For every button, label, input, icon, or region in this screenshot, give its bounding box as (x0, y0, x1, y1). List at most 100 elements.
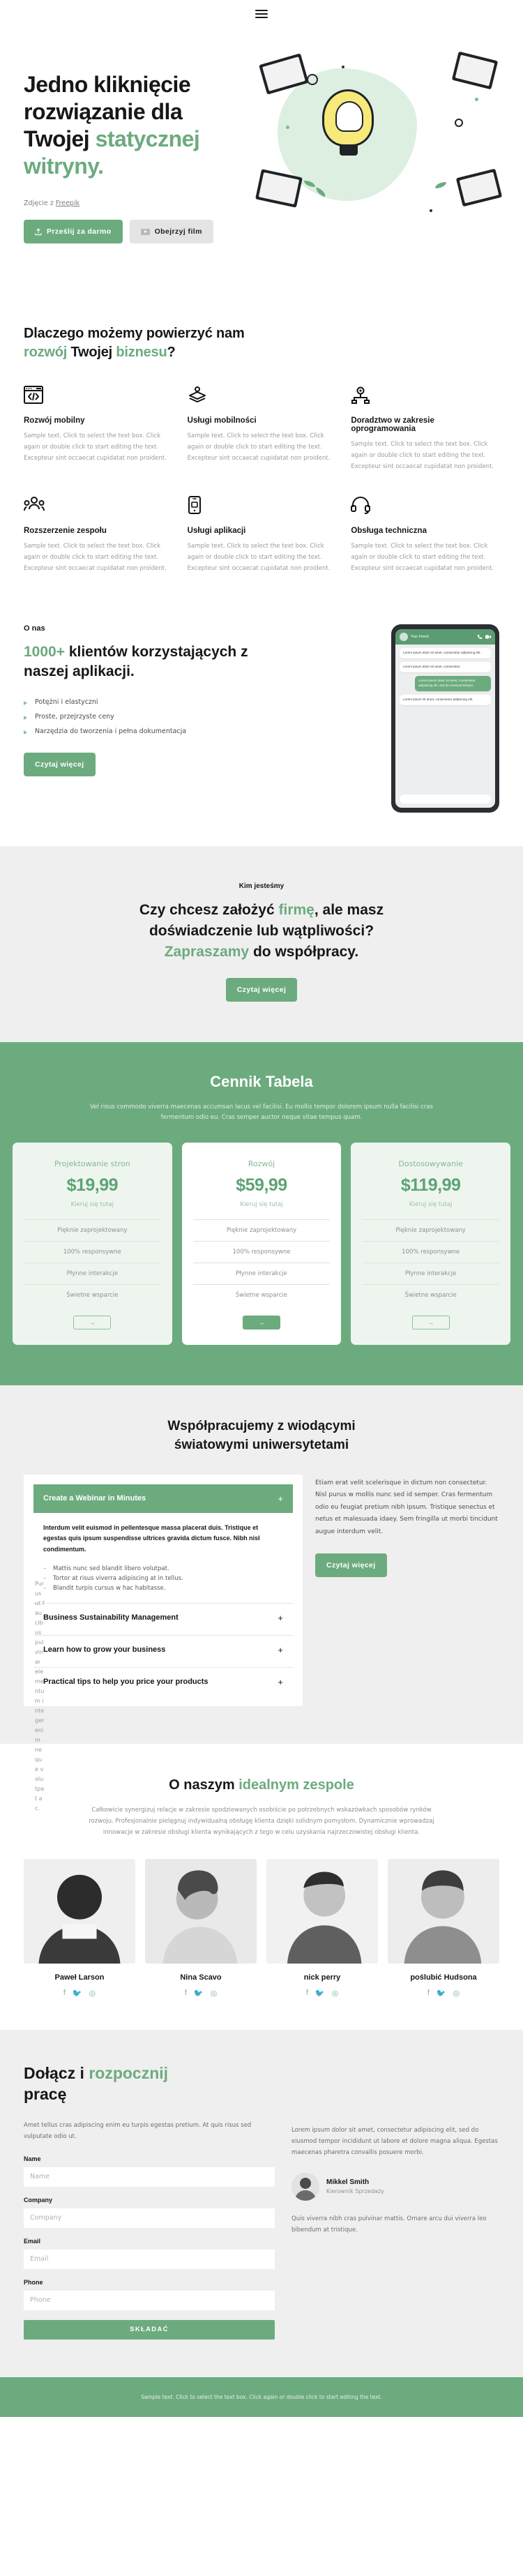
team-member-card: poślubić Hudsona f 🐦 ◎ (388, 1859, 499, 1998)
hamburger-menu-icon[interactable] (255, 10, 268, 18)
accordion-header[interactable]: Business Sustainability Management + (33, 1602, 293, 1632)
plus-icon[interactable]: + (278, 1613, 283, 1623)
feature-description: Sample text. Click to select the text bo… (351, 543, 494, 572)
instagram-icon[interactable]: ◎ (453, 1989, 460, 1998)
cta-highlight-2: Zapraszamy (164, 944, 250, 961)
plus-icon[interactable]: + (278, 1677, 283, 1687)
about-copy: O nas 1000+ klientów korzystających z na… (24, 624, 254, 813)
facebook-icon[interactable]: f (63, 1989, 66, 1998)
settings-network-icon (351, 386, 499, 407)
about-eyebrow: O nas (24, 624, 45, 633)
twitter-icon[interactable]: 🐦 (315, 1989, 325, 1998)
phone-input[interactable] (24, 2290, 275, 2310)
upload-icon (35, 228, 42, 236)
email-label: Email (24, 2237, 41, 2245)
phone-frame: Your Friend Lorem ipsum dolor sit amet, … (391, 624, 499, 813)
plan-feature: 100% responsywne (24, 1241, 161, 1263)
twitter-icon[interactable]: 🐦 (194, 1989, 204, 1998)
instagram-icon[interactable]: ◎ (332, 1989, 339, 1998)
cta-line1c: , ale masz (314, 902, 384, 919)
pricing-plans: Projektowanie stron $19,99 Kieruj się tu… (13, 1143, 510, 1346)
contact-form: Amet tellus cras adipiscing enim eu turp… (24, 2121, 275, 2340)
hero-buttons: Prześlij za darmo Obejrzyj film (24, 220, 254, 244)
cta-line1a: Czy chcesz założyć (139, 902, 279, 919)
features-heading-highlight-2: biznesu (116, 345, 167, 361)
about-bullet: Potężni i elastyczni (24, 695, 254, 709)
watch-video-label: Obejrzyj film (154, 227, 202, 236)
company-label: Company (24, 2196, 53, 2204)
email-input[interactable] (24, 2249, 275, 2269)
field-email: Email (24, 2238, 275, 2269)
pricing-card-customization: Dostosowywanie $119,99 Kieruj się tutaj … (351, 1143, 510, 1346)
features-heading-highlight-1: rozwój (24, 345, 68, 361)
accordion-item-grow-business: Learn how to grow your business + (33, 1634, 293, 1664)
plan-price: $119,99 (400, 1175, 461, 1196)
instagram-icon[interactable]: ◎ (211, 1989, 218, 1998)
plan-name: Dostosowywanie (398, 1159, 463, 1169)
laptop-icon-4 (455, 168, 503, 207)
company-input[interactable] (24, 2208, 275, 2228)
pricing-card-web-design: Projektowanie stron $19,99 Kieruj się tu… (13, 1143, 172, 1346)
accordion-side-text: Etiam erat velit scelerisque in dictum n… (315, 1479, 498, 1535)
accordion-header[interactable]: Practical tips to help you price your pr… (33, 1666, 293, 1696)
facebook-icon[interactable]: f (185, 1989, 187, 1998)
accordion-section: Współpracujemy z wiodącymi światowymi un… (0, 1385, 523, 1812)
contact-person-role: Kierownik Sprzedaży (326, 2188, 384, 2195)
twitter-icon[interactable]: 🐦 (73, 1989, 82, 1998)
team-member-photo (145, 1859, 257, 1964)
feature-title: Rozwój mobilny (24, 416, 85, 425)
name-label: Name (24, 2155, 41, 2162)
team-member-socials: f 🐦 ◎ (145, 1989, 257, 1998)
accordion-side-copy: Etiam erat velit scelerisque in dictum n… (315, 1475, 499, 1706)
team-grid: Paweł Larson f 🐦 ◎ Nina Scavo f 🐦 ◎ nick… (24, 1859, 499, 1998)
phone-contact-avatar (400, 633, 408, 642)
plan-select-button[interactable]: → (411, 1316, 450, 1330)
plus-icon[interactable]: + (278, 1493, 283, 1504)
about-heading: 1000+ klientów korzystających z naszej a… (24, 642, 254, 681)
upload-free-button[interactable]: Prześlij za darmo (24, 220, 123, 244)
instagram-icon[interactable]: ◎ (89, 1989, 96, 1998)
contact-heading-c: pracę (24, 2085, 67, 2104)
name-input[interactable] (24, 2167, 275, 2187)
accordion-heading-line-1: Współpracujemy z wiodącymi (167, 1419, 356, 1434)
accordion-item-sustainability: Business Sustainability Management + (33, 1602, 293, 1632)
cta-heading: Czy chcesz założyć firmę, ale masz doświ… (24, 900, 499, 962)
headset-support-icon (351, 496, 499, 517)
cta-section: Kim jesteśmy Czy chcesz założyć firmę, a… (0, 846, 523, 1042)
submit-button[interactable]: SKŁADAĆ (24, 2319, 275, 2340)
hero-title-line-1: Jedno kliknięcie (24, 72, 191, 97)
team-member-card: Paweł Larson f 🐦 ◎ (24, 1859, 135, 1998)
twitter-icon[interactable]: 🐦 (437, 1989, 446, 1998)
team-member-socials: f 🐦 ◎ (24, 1989, 135, 1998)
hero-title: Jedno kliknięcie rozwiązanie dla Twojej … (24, 71, 254, 180)
accordion-list-item: Blandit turpis cursus w hac habitasse. (43, 1583, 283, 1593)
accordion-read-more-button[interactable]: Czytaj więcej (315, 1553, 387, 1578)
plan-feature: 100% responsywne (192, 1241, 331, 1263)
plan-select-button[interactable]: → (73, 1316, 112, 1330)
accordion-header[interactable]: Learn how to grow your business + (33, 1634, 293, 1664)
decor-dot-green-1 (286, 126, 289, 129)
team-member-socials: f 🐦 ◎ (266, 1989, 378, 1998)
plus-icon[interactable]: + (278, 1645, 283, 1655)
accordion-header[interactable]: Create a Webinar in Minutes + (33, 1484, 293, 1513)
facebook-icon[interactable]: f (427, 1989, 430, 1998)
play-icon (140, 228, 150, 235)
field-name: Name (24, 2155, 275, 2187)
about-read-more-button[interactable]: Czytaj więcej (24, 753, 96, 777)
plan-select-button[interactable]: → (242, 1316, 280, 1330)
cta-highlight-1: firmę (278, 902, 314, 919)
cta-read-more-button[interactable]: Czytaj więcej (225, 977, 298, 1002)
chat-input-bar[interactable] (400, 794, 491, 804)
accordion-body-text: Interdum velit euismod in pellentesque m… (43, 1523, 260, 1553)
team-heading-a: O naszym (169, 1777, 239, 1793)
contact-side-text-bottom: Quis viverra nibh cras pulvinar mattis. … (291, 2215, 487, 2234)
feature-card: Doradztwo w zakresie oprogramowania Samp… (351, 386, 499, 472)
facebook-icon[interactable]: f (306, 1989, 308, 1998)
watch-video-button[interactable]: Obejrzyj film (129, 220, 213, 244)
plan-feature: Pięknie zaprojektowany (24, 1219, 161, 1241)
freepik-link[interactable]: Freepik (56, 199, 79, 207)
contact-heading-highlight: rozpocznij (89, 2064, 169, 2083)
pricing-subtitle: Vel risus commodo viverra maecenas accum… (90, 1103, 433, 1122)
team-heading-highlight: idealnym zespole (238, 1777, 354, 1793)
feature-description: Sample text. Click to select the text bo… (187, 432, 331, 462)
